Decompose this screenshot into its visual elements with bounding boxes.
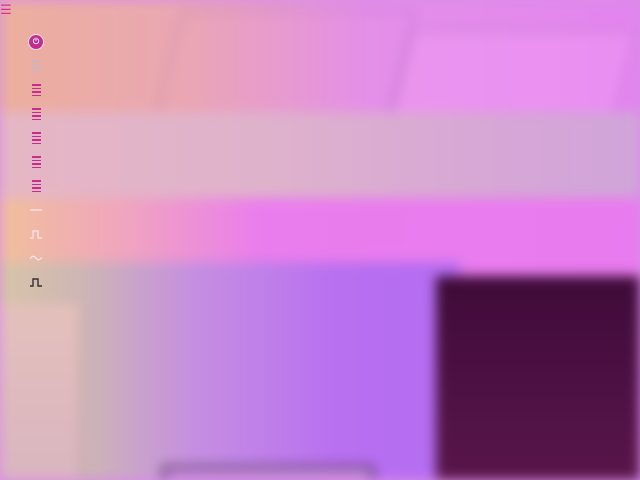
flat-line-icon: [30, 209, 42, 211]
flat-line-button[interactable]: [24, 198, 48, 222]
square-wave-button[interactable]: [24, 270, 48, 294]
filter-button-2[interactable]: [24, 78, 48, 102]
camera-preview: [0, 0, 640, 480]
power-icon: ⏻: [28, 34, 44, 50]
filter-button-3[interactable]: [24, 102, 48, 126]
list-icon: [31, 180, 41, 192]
power-button[interactable]: ⏻: [24, 30, 48, 54]
filter-button-1[interactable]: [24, 54, 48, 78]
effects-toolbar: ⏻: [24, 30, 48, 294]
dark-doorway: [436, 276, 640, 480]
filter-button-5[interactable]: [24, 150, 48, 174]
pulse-icon: [30, 230, 42, 239]
ceiling-tile: [154, 10, 416, 122]
square-wave-icon: [30, 278, 42, 287]
menu-icon[interactable]: ☰: [0, 3, 12, 19]
list-icon: [31, 108, 41, 120]
list-icon: [31, 132, 41, 144]
monitor-edge: [162, 466, 374, 480]
pulse-button[interactable]: [24, 222, 48, 246]
filter-button-4[interactable]: [24, 126, 48, 150]
sine-wave-icon: [30, 255, 42, 261]
filter-button-6[interactable]: [24, 174, 48, 198]
wall-poster: [0, 304, 82, 480]
list-icon: [31, 60, 41, 72]
ceiling-beam: [0, 112, 640, 210]
list-icon: [31, 84, 41, 96]
sine-wave-button[interactable]: [24, 246, 48, 270]
list-icon: [31, 156, 41, 168]
